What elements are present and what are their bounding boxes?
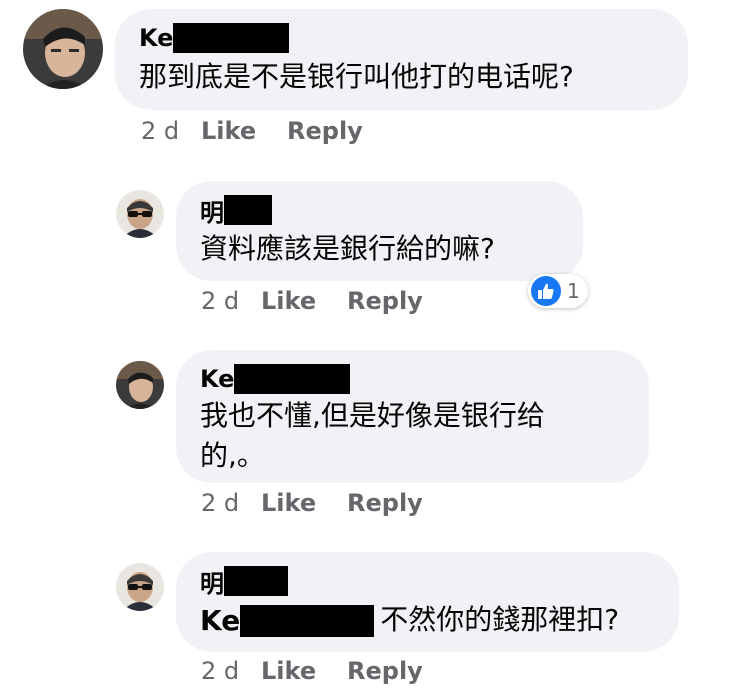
comment-timestamp[interactable]: 2 d: [201, 657, 261, 685]
comment-actions: 2 d Like Reply: [201, 489, 423, 517]
redaction-bar: [224, 566, 288, 596]
comment-actions: 2 d Like Reply: [201, 287, 423, 315]
comment-thread: Ke 那到底是不是银行叫他打的电话呢? 2 d Like Reply 明 資料應…: [0, 0, 749, 693]
profile-photo: [23, 9, 103, 89]
comment-text-line: 的,。: [200, 439, 265, 472]
comment-author[interactable]: 明: [200, 564, 679, 599]
like-link[interactable]: Like: [261, 287, 347, 315]
avatar[interactable]: [116, 361, 164, 409]
comment-timestamp[interactable]: 2 d: [201, 287, 261, 315]
comment-timestamp[interactable]: 2 d: [141, 117, 201, 145]
avatar[interactable]: [23, 9, 103, 89]
comment-text: 那到底是不是银行叫他打的电话呢?: [139, 60, 574, 93]
reply-link[interactable]: Reply: [347, 657, 423, 685]
redaction-bar: [240, 605, 375, 637]
comment-bubble: 明 Ke 不然你的錢那裡扣?: [176, 552, 679, 652]
comment-text: Ke 不然你的錢那裡扣?: [200, 600, 679, 641]
author-name[interactable]: Ke: [139, 24, 173, 52]
like-link[interactable]: Like: [201, 117, 287, 145]
profile-photo: [116, 563, 164, 611]
redaction-bar: [173, 23, 290, 53]
comment-author[interactable]: 明: [200, 193, 583, 228]
comment-text: 資料應該是銀行給的嘛?: [200, 232, 495, 265]
avatar[interactable]: [116, 563, 164, 611]
profile-photo: [116, 361, 164, 409]
comment-author[interactable]: Ke: [200, 364, 649, 394]
comment-text-line: 我也不懂,但是好像是银行给: [200, 399, 545, 432]
author-name[interactable]: 明: [200, 193, 224, 228]
redaction-bar: [224, 195, 272, 225]
reply-link[interactable]: Reply: [347, 489, 423, 517]
redaction-bar: [234, 364, 351, 394]
avatar[interactable]: [116, 190, 164, 238]
reaction-count: 1: [567, 279, 580, 303]
comment-timestamp[interactable]: 2 d: [201, 489, 261, 517]
comment-text-remainder: 不然你的錢那裡扣?: [380, 603, 620, 636]
comment-bubble: 明 資料應該是銀行給的嘛?: [176, 181, 583, 281]
comment-author[interactable]: Ke: [139, 23, 688, 53]
profile-photo: [116, 190, 164, 238]
comment-actions: 2 d Like Reply: [201, 657, 423, 685]
mention-tag[interactable]: Ke: [200, 601, 380, 641]
like-link[interactable]: Like: [261, 489, 347, 517]
like-link[interactable]: Like: [261, 657, 347, 685]
comment-bubble: Ke 我也不懂,但是好像是银行给 的,。: [176, 350, 649, 483]
reaction-badge[interactable]: 1: [528, 274, 588, 308]
author-name[interactable]: Ke: [200, 365, 234, 393]
mention-name[interactable]: Ke: [200, 601, 240, 641]
thumbs-up-icon: [531, 276, 561, 306]
author-name[interactable]: 明: [200, 564, 224, 599]
comment-bubble: Ke 那到底是不是银行叫他打的电话呢?: [115, 9, 688, 110]
comment-actions: 2 d Like Reply: [141, 117, 363, 145]
reply-link[interactable]: Reply: [287, 117, 363, 145]
reply-link[interactable]: Reply: [347, 287, 423, 315]
